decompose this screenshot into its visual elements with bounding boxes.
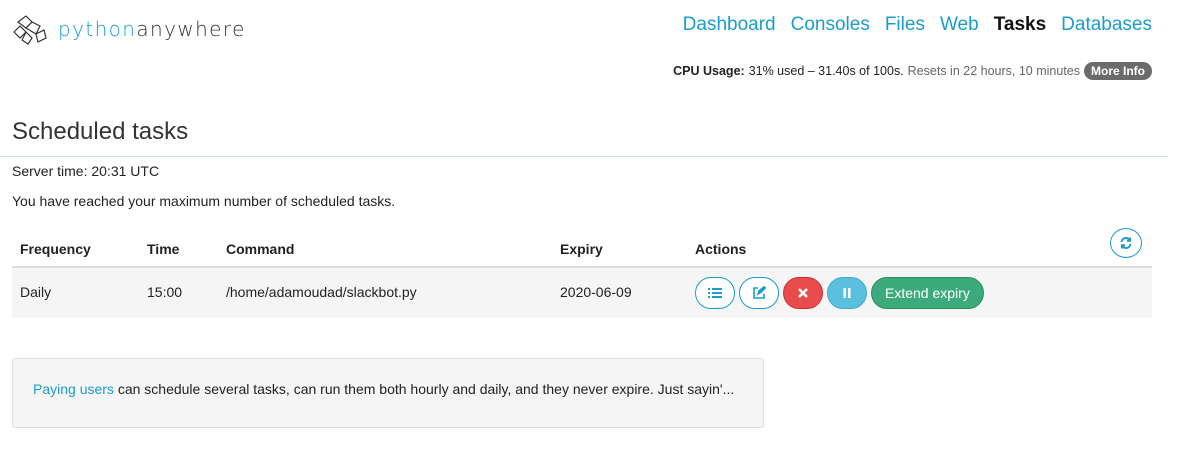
task-time: 15:00 (147, 284, 183, 300)
more-info-button[interactable]: More Info (1084, 62, 1152, 80)
header-actions: Actions (695, 241, 747, 257)
list-icon (708, 288, 722, 298)
server-time: Server time: 20:31 UTC (12, 163, 160, 179)
tasks-table: Frequency Time Command Expiry Actions Da… (12, 228, 1152, 318)
refresh-button[interactable] (1110, 228, 1142, 258)
task-frequency: Daily (20, 284, 52, 300)
nav-tasks[interactable]: Tasks (994, 14, 1046, 36)
nav-databases[interactable]: Databases (1061, 14, 1152, 36)
nav-dashboard[interactable]: Dashboard (683, 14, 776, 36)
paying-users-link[interactable]: Paying users (33, 381, 114, 397)
main-nav: Dashboard Consoles Files Web Tasks Datab… (668, 14, 1152, 36)
extend-expiry-button[interactable]: Extend expiry (871, 277, 984, 309)
view-log-button[interactable] (695, 277, 735, 309)
pythonanywhere-logo[interactable]: pythonanywhere (10, 12, 246, 46)
header-frequency: Frequency (20, 241, 91, 257)
pause-task-button[interactable] (827, 277, 867, 309)
snake-logo-icon (13, 15, 47, 45)
upgrade-promo: Paying users can schedule several tasks,… (12, 358, 764, 428)
page-title: Scheduled tasks (12, 118, 189, 145)
task-command: /home/adamoudad/slackbot.py (226, 284, 417, 300)
table-header: Frequency Time Command Expiry Actions (12, 228, 1152, 268)
close-icon (798, 288, 808, 298)
cpu-usage: CPU Usage: 31% used – 31.40s of 100s. Re… (673, 62, 1152, 80)
nav-web[interactable]: Web (940, 14, 979, 36)
delete-task-button[interactable] (783, 277, 823, 309)
max-tasks-message: You have reached your maximum number of … (12, 193, 396, 209)
brand-name: pythonanywhere (58, 17, 246, 41)
header-expiry: Expiry (560, 241, 603, 257)
nav-files[interactable]: Files (885, 14, 925, 36)
refresh-icon (1120, 237, 1132, 249)
pause-icon (843, 288, 851, 298)
cpu-usage-value: 31% used – 31.40s of 100s. (748, 64, 904, 78)
task-actions: Extend expiry (695, 277, 984, 309)
nav-consoles[interactable]: Consoles (791, 14, 870, 36)
cpu-resets: Resets in 22 hours, 10 minutes (907, 64, 1080, 78)
header-command: Command (226, 241, 295, 257)
promo-text: can schedule several tasks, can run them… (113, 381, 735, 397)
cpu-usage-label: CPU Usage: (673, 64, 745, 78)
title-divider (0, 156, 1168, 157)
header-time: Time (147, 241, 180, 257)
task-expiry: 2020-06-09 (560, 284, 632, 300)
edit-icon (753, 286, 766, 299)
edit-task-button[interactable] (739, 277, 779, 309)
table-row: Daily 15:00 /home/adamoudad/slackbot.py … (12, 268, 1152, 318)
